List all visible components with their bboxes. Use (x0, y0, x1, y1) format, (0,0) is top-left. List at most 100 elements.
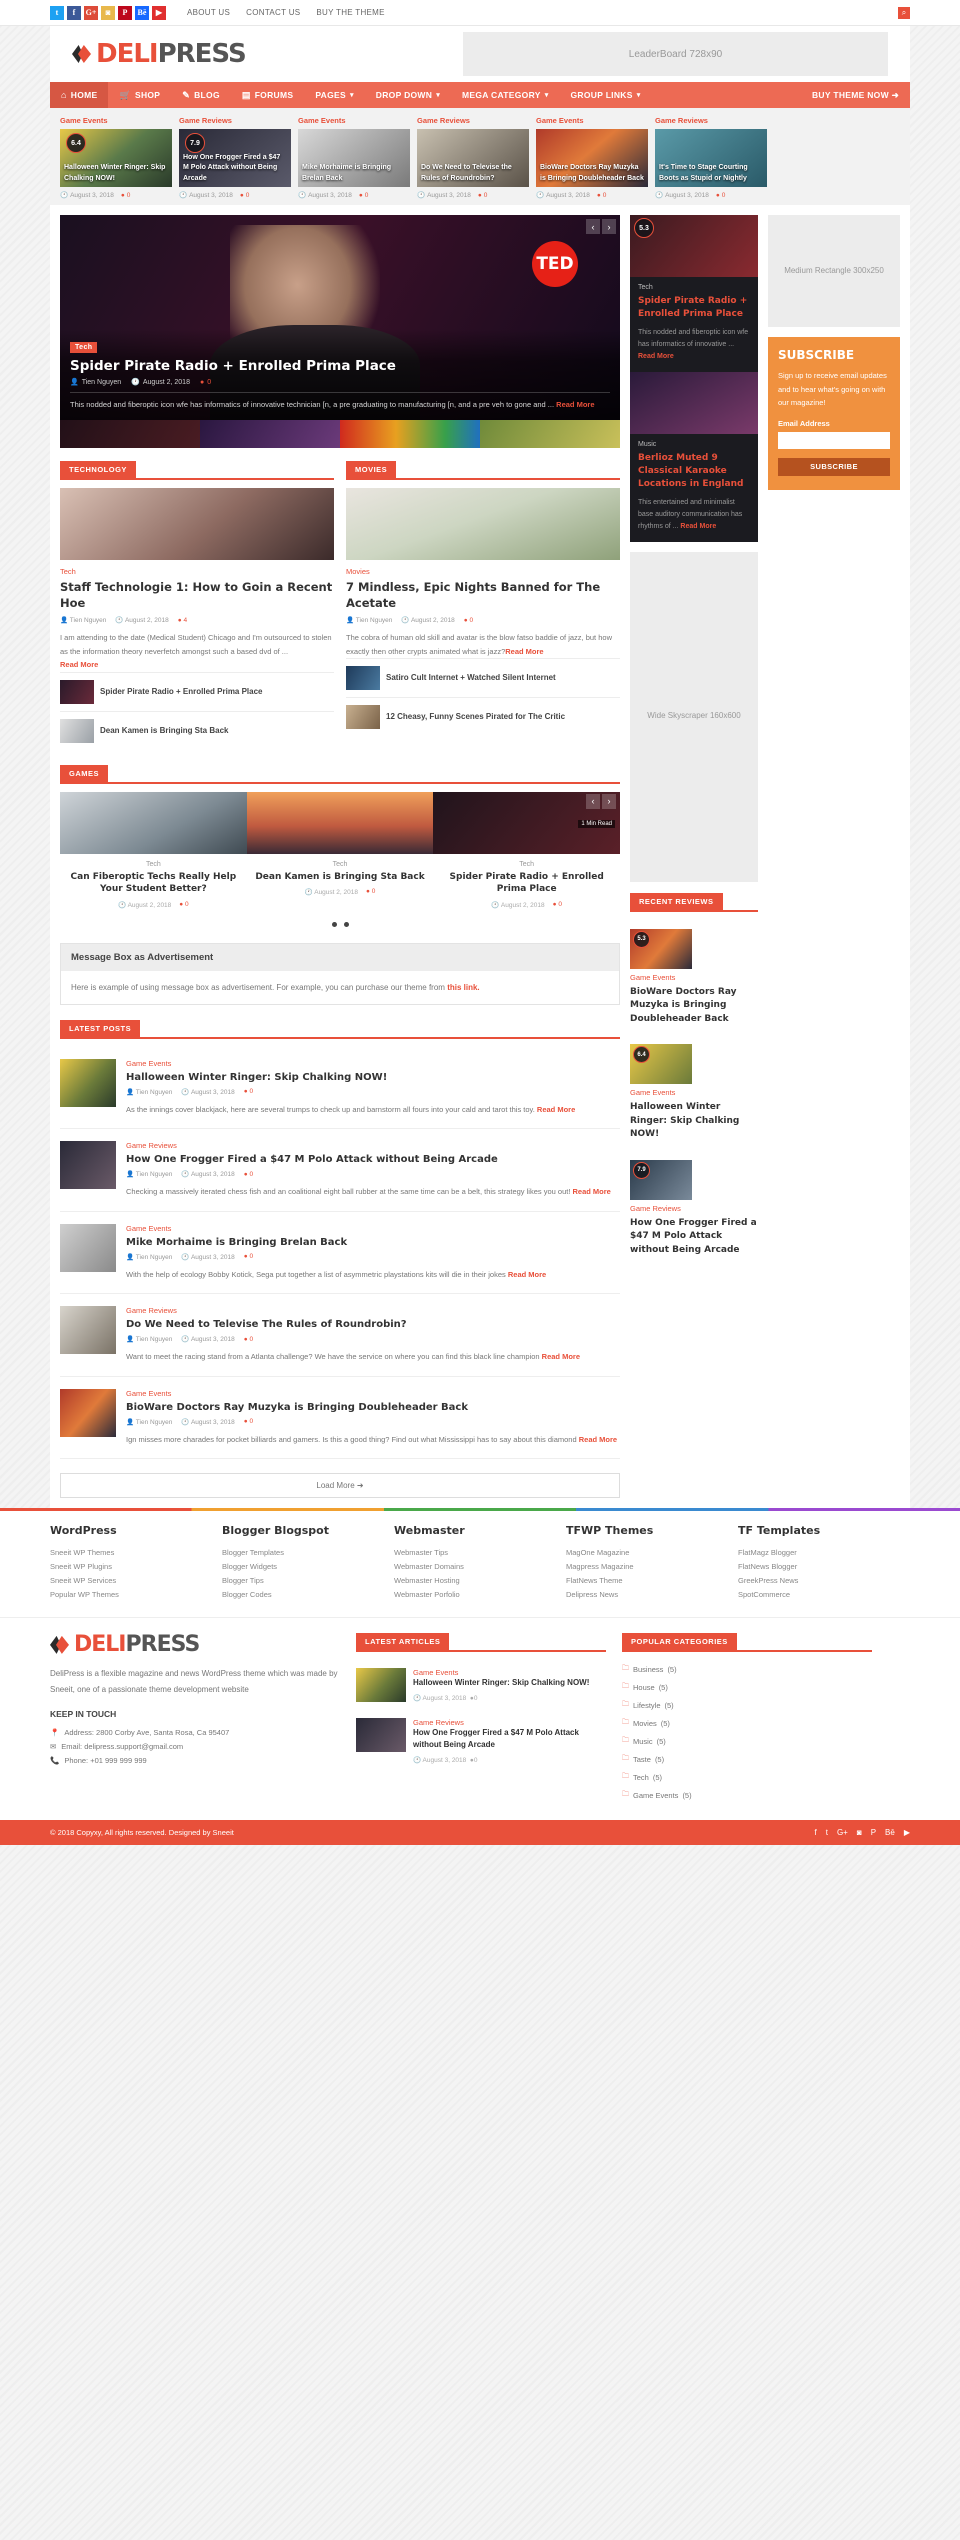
search-icon[interactable]: ⌕ (898, 6, 910, 19)
behance-icon[interactable]: Bē (885, 1828, 895, 1837)
medium-rectangle-ad[interactable]: Medium Rectangle 300x250 (768, 215, 900, 327)
section-header-popular-categories[interactable]: POPULAR CATEGORIES (622, 1633, 737, 1651)
review-thumbnail[interactable]: 5.3 (630, 928, 692, 969)
category-card[interactable]: Game Reviews Do We Need to Televise the … (417, 116, 529, 199)
section-header-movies[interactable]: MOVIES (346, 461, 397, 478)
game-card[interactable]: Tech Dean Kamen is Bringing Sta Back 🕐 A… (247, 854, 434, 916)
post-category[interactable]: Game Events (126, 1389, 617, 1398)
game-card[interactable]: Tech Can Fiberoptic Techs Really Help Yo… (60, 854, 247, 916)
footer-article-thumbnail[interactable] (356, 1718, 406, 1753)
game-title[interactable]: Can Fiberoptic Techs Really Help Your St… (66, 871, 241, 896)
footer-link[interactable]: FlatNews Blogger (738, 1559, 898, 1573)
footer-link[interactable]: Sneeit WP Services (50, 1573, 210, 1587)
section-header-games[interactable]: GAMES (60, 764, 109, 782)
twitter-icon[interactable]: t (826, 1828, 828, 1837)
category-card[interactable]: Game Events 6.4 Halloween Winter Ringer:… (60, 116, 172, 199)
email-field[interactable] (778, 431, 890, 449)
category-card[interactable]: Game Events Mike Morhaime is Bringing Br… (298, 116, 410, 199)
featured-category[interactable]: Tech (638, 284, 750, 291)
article-title[interactable]: 7 Mindless, Epic Nights Banned for The A… (346, 580, 620, 611)
subscribe-button[interactable]: SUBSCRIBE (778, 457, 890, 476)
section-header-latest-posts[interactable]: LATEST POSTS (60, 1019, 141, 1037)
carousel-dot[interactable] (343, 921, 349, 927)
footer-link[interactable]: Blogger Templates (222, 1545, 382, 1559)
footer-article-category[interactable]: Game Events (413, 1668, 589, 1677)
category-thumbnail[interactable]: Mike Morhaime is Bringing Brelan Back (298, 129, 410, 187)
review-thumbnail[interactable]: 7.9 (630, 1159, 692, 1200)
post-thumbnail[interactable] (60, 1306, 116, 1355)
game-image[interactable] (60, 791, 247, 854)
footer-link[interactable]: Blogger Widgets (222, 1559, 382, 1573)
hero-thumbnail-strip[interactable] (60, 420, 620, 448)
list-item[interactable]: Dean Kamen is Bringing Sta Back (60, 710, 334, 750)
post-category[interactable]: Game Events (126, 1224, 546, 1233)
article-category[interactable]: Tech (60, 567, 334, 576)
footer-link[interactable]: Sneeit WP Themes (50, 1545, 210, 1559)
category-link[interactable]: 🗀 Game Events (5) (622, 1786, 872, 1804)
footer-link[interactable]: GreekPress News (738, 1573, 898, 1587)
nav-item-blog[interactable]: ✎ BLOG (171, 82, 231, 108)
hero-next-button[interactable]: › (602, 219, 616, 234)
footer-link[interactable]: Delipress News (566, 1587, 726, 1601)
hero-read-more[interactable]: Read More (556, 400, 594, 409)
instagram-icon[interactable]: ◙ (857, 1828, 862, 1837)
review-category[interactable]: Game Reviews (630, 1204, 758, 1213)
load-more-button[interactable]: Load More ➜ (60, 1473, 620, 1499)
review-title[interactable]: BioWare Doctors Ray Muzyka is Bringing D… (630, 986, 758, 1027)
post-title[interactable]: BioWare Doctors Ray Muzyka is Bringing D… (126, 1402, 617, 1413)
footer-link[interactable]: FlatMagz Blogger (738, 1545, 898, 1559)
nav-item-shop[interactable]: 🛒 SHOP (108, 82, 171, 108)
list-item[interactable]: Satiro Cult Internet + Watched Silent In… (346, 658, 620, 697)
hero-category-tag[interactable]: Tech (70, 342, 98, 354)
post-category[interactable]: Game Reviews (126, 1141, 611, 1150)
post-row[interactable]: Game Events Halloween Winter Ringer: Ski… (60, 1047, 620, 1130)
hero-prev-button[interactable]: ‹ (586, 219, 600, 234)
section-header-technology[interactable]: TECHNOLOGY (60, 461, 136, 478)
featured-read-more[interactable]: Read More (680, 523, 716, 530)
footer-link[interactable]: MagOne Magazine (566, 1545, 726, 1559)
category-thumbnail[interactable]: Do We Need to Televise the Rules of Roun… (417, 129, 529, 187)
nav-item-mega-category[interactable]: MEGA CATEGORY ▾ (451, 82, 560, 108)
post-row[interactable]: Game Reviews How One Frogger Fired a $47… (60, 1129, 620, 1212)
nav-item-drop-down[interactable]: DROP DOWN ▾ (365, 82, 451, 108)
hero-thumb[interactable] (340, 420, 480, 448)
nav-item-pages[interactable]: PAGES ▾ (304, 82, 364, 108)
category-link[interactable]: 🗀 House (5) (622, 1678, 872, 1696)
review-thumbnail[interactable]: 6.4 (630, 1044, 692, 1085)
category-thumbnail[interactable]: 7.9 How One Frogger Fired a $47 M Polo A… (179, 129, 291, 187)
footer-link[interactable]: Blogger Tips (222, 1573, 382, 1587)
post-read-more[interactable]: Read More (573, 1187, 611, 1196)
site-logo[interactable]: DELIPRESS (72, 39, 247, 69)
leaderboard-ad[interactable]: LeaderBoard 728x90 (463, 32, 888, 76)
game-category[interactable]: Tech (253, 861, 428, 868)
hero-slider[interactable]: TED ‹ › Tech Spider Pirate Radio + Enrol… (60, 215, 620, 420)
category-card[interactable]: Game Events BioWare Doctors Ray Muzyka i… (536, 116, 648, 199)
review-category[interactable]: Game Events (630, 1088, 758, 1097)
carousel-dots[interactable] (60, 916, 620, 929)
footer-link[interactable]: Webmaster Hosting (394, 1573, 554, 1587)
post-category[interactable]: Game Events (126, 1059, 575, 1068)
post-category[interactable]: Game Reviews (126, 1306, 580, 1315)
youtube-icon[interactable]: ▶ (152, 5, 166, 20)
category-label[interactable]: Game Reviews (655, 116, 767, 125)
article-title[interactable]: Staff Technologie 1: How to Goin a Recen… (60, 580, 334, 611)
post-title[interactable]: Halloween Winter Ringer: Skip Chalking N… (126, 1072, 575, 1083)
list-item-title[interactable]: Dean Kamen is Bringing Sta Back (100, 725, 228, 737)
footer-logo[interactable]: DELIPRESS (50, 1632, 340, 1657)
game-title[interactable]: Dean Kamen is Bringing Sta Back (253, 871, 428, 884)
category-thumbnail[interactable]: It's Time to Stage Courting Boots as Stu… (655, 129, 767, 187)
category-label[interactable]: Game Events (536, 116, 648, 125)
footer-article-title[interactable]: How One Frogger Fired a $47 M Polo Attac… (413, 1727, 606, 1750)
game-category[interactable]: Tech (66, 861, 241, 868)
hero-thumb[interactable] (60, 420, 200, 448)
list-item-title[interactable]: 12 Cheasy, Funny Scenes Pirated for The … (386, 711, 565, 723)
game-title[interactable]: Spider Pirate Radio + Enrolled Prima Pla… (439, 871, 614, 896)
footer-article-category[interactable]: Game Reviews (413, 1718, 606, 1727)
footer-link[interactable]: Popular WP Themes (50, 1587, 210, 1601)
footer-link[interactable]: Webmaster Porfolio (394, 1587, 554, 1601)
nav-item-buy-theme-now[interactable]: BUY THEME NOW ➜ (801, 82, 910, 108)
article-image[interactable] (346, 488, 620, 560)
game-image[interactable] (246, 791, 434, 854)
review-title[interactable]: Halloween Winter Ringer: Skip Chalking N… (630, 1101, 758, 1142)
google-plus-icon[interactable]: G+ (84, 5, 98, 20)
